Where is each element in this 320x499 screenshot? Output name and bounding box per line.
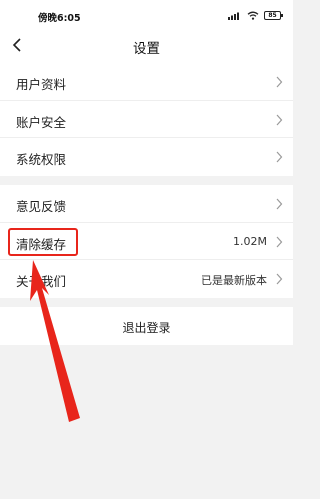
settings-group-general: 意见反馈 清除缓存 1.02M 关于我们 已是最新版本: [0, 185, 293, 298]
logout-button[interactable]: 退出登录: [0, 307, 293, 345]
chevron-right-icon: [276, 236, 283, 247]
row-label: 清除缓存: [16, 236, 67, 252]
battery-level: 85: [268, 11, 277, 19]
chevron-right-icon: [276, 76, 283, 88]
row-user-profile[interactable]: 用户资料: [0, 63, 293, 101]
row-about-us[interactable]: 关于我们 已是最新版本: [0, 260, 293, 298]
status-icons: 85: [228, 9, 283, 21]
row-label: 用户资料: [16, 77, 67, 92]
row-account-security[interactable]: 账户安全: [0, 101, 293, 138]
row-system-permissions[interactable]: 系统权限: [0, 138, 293, 176]
row-label: 系统权限: [16, 152, 67, 167]
status-time: 傍晚6:05: [38, 13, 81, 24]
header: 傍晚6:05 85 设置: [0, 0, 293, 63]
row-label: 关于我们: [16, 274, 67, 289]
row-feedback[interactable]: 意见反馈: [0, 185, 293, 223]
battery-icon: 85: [264, 10, 283, 20]
row-clear-cache[interactable]: 清除缓存 1.02M: [0, 223, 293, 260]
chevron-right-icon: [276, 198, 283, 210]
chevron-right-icon: [276, 273, 283, 285]
row-label: 意见反馈: [16, 199, 67, 214]
version-status: 已是最新版本: [201, 274, 267, 287]
nav-bar: 设置: [0, 28, 293, 63]
chevron-right-icon: [276, 151, 283, 163]
logout-label: 退出登录: [122, 321, 171, 335]
settings-screen: 傍晚6:05 85 设置 用户资料 账户安全 系统权限 意见反馈 清除缓存 1.…: [0, 0, 293, 499]
status-bar: 傍晚6:05 85: [0, 0, 293, 28]
row-label: 账户安全: [16, 114, 67, 130]
page-title: 设置: [133, 41, 160, 57]
settings-group-account: 用户资料 账户安全 系统权限: [0, 63, 293, 176]
wifi-icon: [247, 11, 259, 20]
chevron-right-icon: [276, 114, 283, 125]
cache-size: 1.02M: [233, 234, 267, 248]
signal-icon: [228, 12, 239, 20]
